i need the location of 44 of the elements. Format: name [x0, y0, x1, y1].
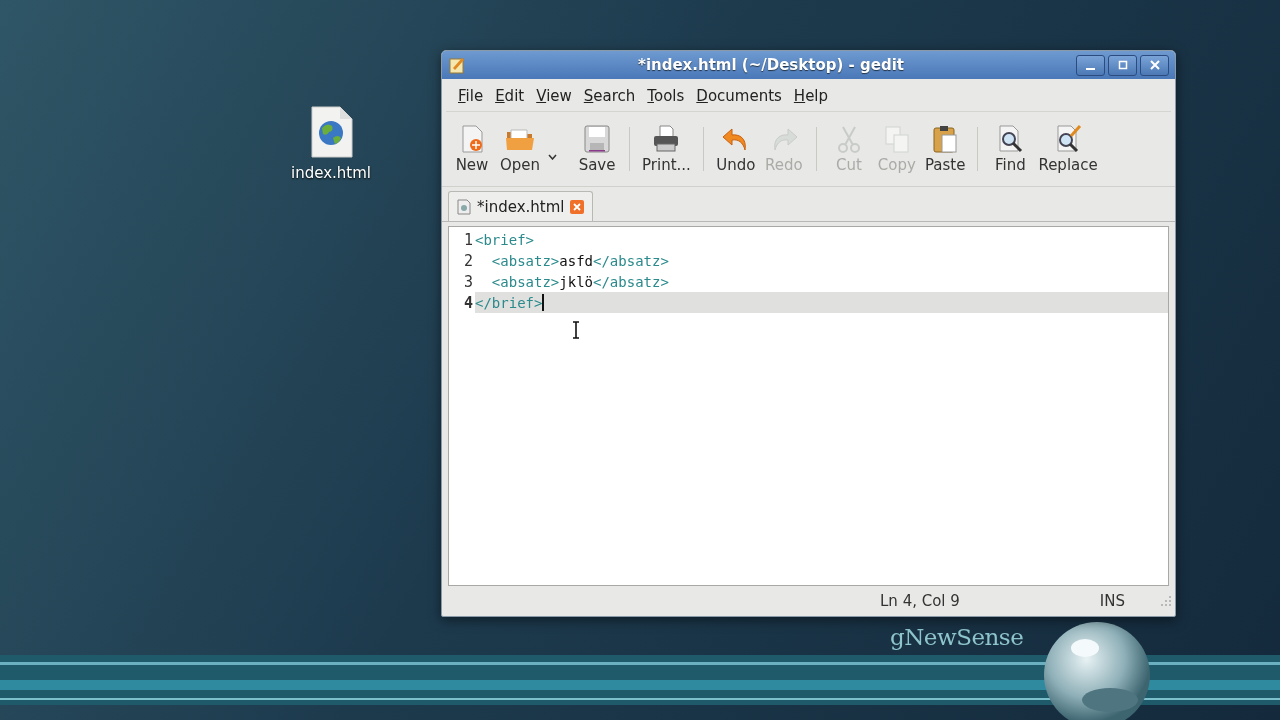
html-file-icon[interactable] [308, 106, 354, 158]
toolbar-button[interactable]: Print... [638, 122, 695, 176]
toolbar-button[interactable]: Replace [1034, 122, 1102, 176]
menu-item[interactable]: Search [577, 83, 642, 109]
minimize-button[interactable] [1076, 54, 1105, 76]
code-line: <absatz>asfd</absatz> [490, 252, 669, 269]
menu-item[interactable]: View [530, 83, 578, 109]
toolbar-button[interactable]: Open [496, 122, 545, 176]
document-icon [457, 198, 471, 215]
menu-item[interactable]: File [452, 83, 490, 109]
toolbar-button[interactable]: Save [573, 122, 622, 176]
toolbar-button[interactable]: New [448, 122, 496, 176]
close-tab-icon[interactable] [570, 199, 585, 214]
resize-grip-icon[interactable] [1161, 596, 1171, 606]
code-line: </brief> [475, 294, 543, 311]
line-number: 1 [462, 229, 474, 250]
menu-item[interactable]: Documents [690, 83, 788, 109]
menu-item[interactable]: Help [787, 83, 835, 109]
menu-item[interactable]: Edit [489, 83, 531, 109]
maximize-icon [1117, 60, 1128, 70]
close-icon [1149, 60, 1160, 70]
minimize-icon [1086, 67, 1095, 70]
menu-item[interactable]: Tools [641, 83, 691, 109]
notepad-icon [448, 56, 466, 74]
insert-mode: INS [1099, 592, 1125, 610]
text-editor[interactable]: 1 2 3 4 <brief> <absatz>asfd</absatz> <absatz>jklö</absatz> </brief> [448, 226, 1169, 586]
document-tab[interactable]: *index.html [448, 191, 594, 221]
i-beam-cursor-icon [572, 321, 580, 339]
close-button[interactable] [1140, 54, 1169, 76]
file-label[interactable]: index.html [291, 164, 371, 182]
window-title: *index.html (~/Desktop) - gedit [637, 56, 905, 74]
line-number: 3 [462, 271, 474, 292]
wallpaper-logo: gNewSense [890, 624, 1024, 650]
caret-icon [548, 153, 558, 160]
code-line: <absatz>jklö</absatz> [490, 273, 669, 290]
toolbar-button[interactable]: Find [986, 122, 1035, 176]
cursor-position: Ln 4, Col 9 [880, 592, 960, 610]
toolbar-button[interactable]: Undo [711, 122, 760, 176]
line-number: 4 [462, 292, 474, 313]
code-line: <brief> [475, 231, 534, 248]
maximize-button[interactable] [1108, 54, 1137, 76]
text-cursor [542, 294, 544, 311]
line-number: 2 [462, 250, 474, 271]
toolbar-button[interactable]: Paste [920, 122, 970, 176]
